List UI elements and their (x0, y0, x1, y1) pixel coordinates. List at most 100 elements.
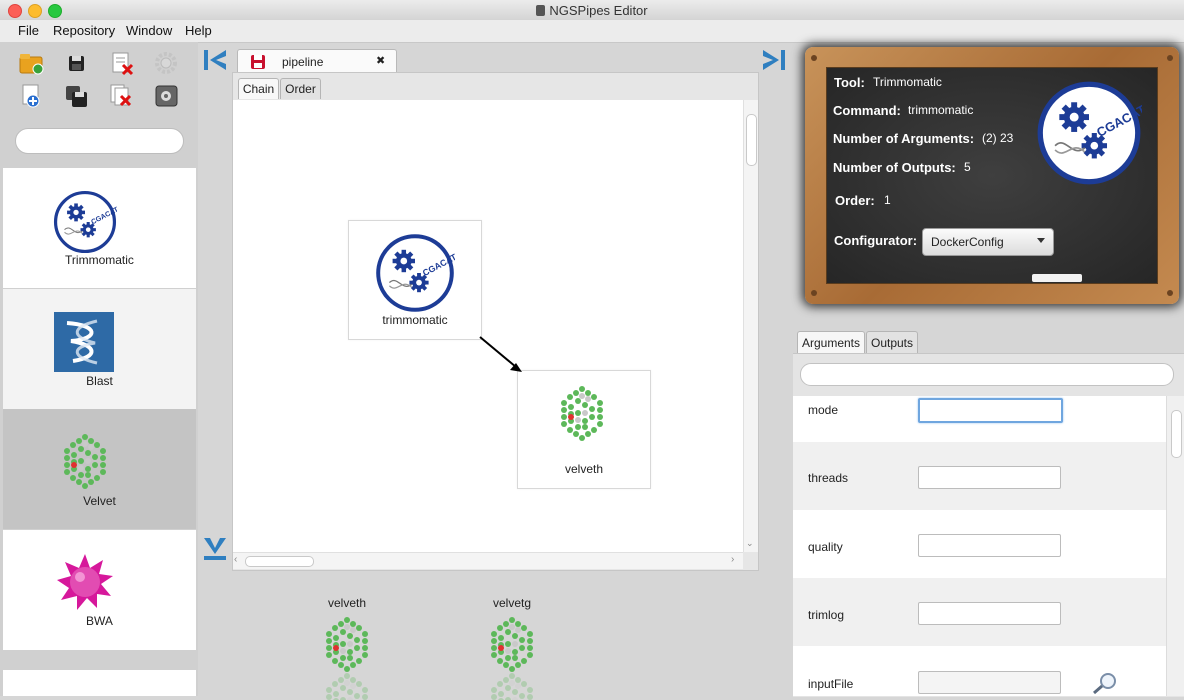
bottom-tool-label: velvetg (492, 596, 532, 610)
argument-input-inputfile[interactable] (918, 671, 1061, 694)
tool-card-trimmomatic[interactable]: CGACATAT Trimmomatic (3, 168, 196, 288)
window-title: NGSPipes Editor (0, 3, 1184, 18)
cgacatat-logo-icon: CGACATAT (53, 190, 117, 254)
collapse-right-arrow-icon[interactable] (761, 47, 787, 73)
board-value-arguments: (2) 23 (982, 131, 1014, 145)
frame-nail-icon (811, 290, 817, 296)
tool-card-bwa[interactable]: BWA (3, 530, 196, 650)
blast-helix-icon (54, 312, 114, 372)
tool-label: Velvet (83, 494, 116, 508)
scroll-down-arrow-icon[interactable]: ⌄ (746, 538, 754, 549)
argument-row-quality: quality (793, 510, 1166, 578)
bwa-spiky-ball-icon (57, 554, 113, 610)
window-title-bar: NGSPipes Editor (0, 0, 1184, 21)
argument-label: inputFile (808, 677, 854, 691)
frame-nail-icon (1167, 290, 1173, 296)
tab-chain[interactable]: Chain (238, 78, 279, 99)
pipeline-node-velveth[interactable]: velveth (517, 370, 651, 489)
menu-file[interactable]: File (18, 23, 39, 38)
menu-bar: File Repository Window Help (0, 20, 1184, 43)
board-key-configurator: Configurator: (834, 233, 918, 248)
bottom-tool-velvetg[interactable]: velvetg (465, 594, 559, 700)
velvet-hexagon-icon (326, 617, 368, 672)
tool-card-velvet[interactable]: Velvet (3, 409, 196, 529)
pipeline-canvas[interactable] (233, 100, 743, 552)
app-icon (536, 5, 546, 16)
delete-all-icon[interactable] (108, 83, 136, 109)
tab-arguments[interactable]: Arguments (797, 331, 865, 354)
cgacatat-logo-icon: CGACATAT (1036, 80, 1142, 186)
argument-row-threads: threads (793, 442, 1166, 510)
menu-help[interactable]: Help (185, 23, 212, 38)
delete-file-icon[interactable] (108, 50, 136, 76)
argument-label: threads (808, 471, 849, 485)
argument-search-input[interactable] (800, 363, 1174, 386)
board-key-outputs: Number of Outputs: (833, 160, 956, 175)
velvet-hexagon-icon (491, 617, 533, 672)
tab-pipeline[interactable]: pipeline ✖ (237, 49, 397, 73)
tool-label: BWA (86, 614, 113, 628)
settings-gear-icon[interactable] (153, 50, 181, 76)
scroll-left-arrow-icon[interactable]: ‹ (234, 554, 237, 565)
scroll-thumb[interactable] (746, 114, 757, 166)
run-config-icon[interactable] (153, 83, 181, 109)
canvas-horizontal-scrollbar[interactable]: ‹ › (233, 552, 743, 569)
board-key-arguments: Number of Arguments: (833, 131, 975, 146)
chevron-down-icon (1037, 238, 1045, 243)
tab-pipeline-label: pipeline (282, 55, 324, 69)
collapse-down-arrow-icon[interactable] (202, 536, 228, 562)
canvas-vertical-scrollbar[interactable]: ⌄ (743, 100, 758, 552)
bottom-tool-velveth[interactable]: velveth (300, 594, 394, 700)
argument-label: trimlog (808, 608, 845, 622)
scroll-thumb[interactable] (1171, 410, 1182, 458)
velvet-hexagon-icon (64, 434, 106, 489)
save-red-icon (251, 55, 265, 69)
argument-row-trimlog: trimlog (793, 578, 1166, 646)
tab-order[interactable]: Order (280, 78, 321, 99)
configurator-value: DockerConfig (931, 235, 1004, 249)
argument-input-quality[interactable] (918, 534, 1061, 557)
cgacatat-logo-icon: CGACATAT (375, 233, 455, 313)
browse-magnifier-icon[interactable] (1091, 672, 1119, 696)
tool-search-input[interactable] (15, 128, 184, 154)
save-icon[interactable] (63, 50, 91, 76)
bottom-tool-label: velveth (327, 596, 367, 610)
tool-card-blast[interactable]: Blast (3, 289, 196, 409)
argument-input-threads[interactable] (918, 466, 1061, 489)
board-value-command: trimmomatic (908, 103, 974, 117)
argument-label: mode (808, 403, 839, 417)
menu-repository[interactable]: Repository (53, 23, 115, 38)
board-key-command: Command: (833, 103, 901, 118)
argument-label: quality (808, 540, 843, 554)
open-folder-icon[interactable] (18, 50, 46, 76)
argument-input-trimlog[interactable] (918, 602, 1061, 625)
board-key-tool: Tool: (834, 75, 865, 90)
chalk-piece-icon (1032, 274, 1082, 282)
new-file-icon[interactable] (18, 83, 46, 109)
configurator-select[interactable]: DockerConfig (922, 228, 1054, 256)
board-value-tool: Trimmomatic (873, 75, 942, 89)
velvet-hexagon-icon (561, 386, 603, 441)
argument-input-mode[interactable] (918, 398, 1063, 423)
collapse-left-arrow-icon[interactable] (202, 47, 228, 73)
tool-card-partial (3, 670, 196, 696)
scroll-thumb[interactable] (245, 556, 314, 567)
tab-outputs[interactable]: Outputs (866, 331, 918, 354)
pipeline-node-trimmomatic[interactable]: CGACATAT trimmomatic (348, 220, 482, 340)
board-value-order: 1 (884, 193, 891, 207)
scroll-right-arrow-icon[interactable]: › (731, 554, 734, 565)
connection-arrow (479, 336, 522, 372)
frame-nail-icon (1167, 55, 1173, 61)
tab-close-icon[interactable]: ✖ (376, 54, 385, 67)
argument-row-inputfile: inputFile (793, 646, 1166, 696)
tool-label: Blast (86, 374, 113, 388)
board-value-outputs: 5 (964, 160, 971, 174)
board-key-order: Order: (835, 193, 875, 208)
arguments-scrollbar[interactable] (1166, 396, 1184, 696)
node-label: velveth (564, 462, 604, 476)
menu-window[interactable]: Window (126, 23, 172, 38)
save-all-icon[interactable] (63, 83, 91, 109)
node-label: trimmomatic (382, 313, 448, 327)
tool-label: Trimmomatic (65, 253, 134, 267)
frame-nail-icon (811, 55, 817, 61)
